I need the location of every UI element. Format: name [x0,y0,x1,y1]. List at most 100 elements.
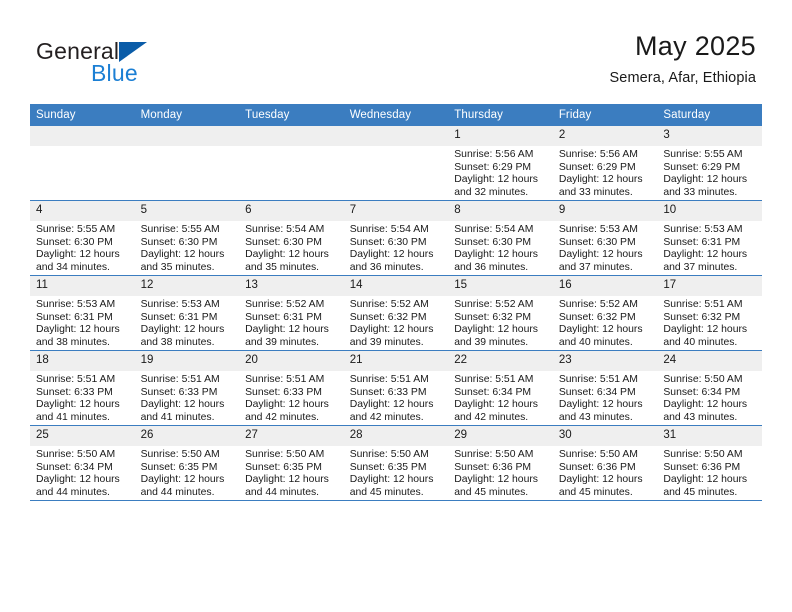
daylight-text-line1: Daylight: 12 hours [36,399,120,411]
day-number: 29 [448,426,553,446]
sunrise-text: Sunrise: 5:55 AM [140,224,220,235]
sunset-text: Sunset: 6:30 PM [454,236,532,248]
sunrise-text: Sunrise: 5:54 AM [245,224,325,235]
sunrise-text: Sunrise: 5:51 AM [558,374,638,385]
daylight-text-line1: Daylight: 12 hours [245,249,329,261]
day-cell[interactable]: 25 Sunrise: 5:50 AM Sunset: 6:34 PM Dayl… [30,425,135,501]
general-blue-logo[interactable]: General Blue [36,38,256,88]
day-cell[interactable]: 3 Sunrise: 5:55 AM Sunset: 6:29 PM Dayli… [657,126,762,201]
day-cell[interactable]: 19 Sunrise: 5:51 AM Sunset: 6:33 PM Dayl… [134,350,240,426]
sunset-text: Sunset: 6:32 PM [663,311,741,323]
sunset-text: Sunset: 6:36 PM [454,461,532,473]
sunset-text: Sunset: 6:34 PM [558,386,636,398]
sunrise-text: Sunrise: 5:51 AM [454,374,534,385]
day-details: Sunrise: 5:54 AM Sunset: 6:30 PM Dayligh… [239,221,344,274]
day-details: Sunrise: 5:50 AM Sunset: 6:34 PM Dayligh… [657,371,762,424]
weekday-header-sunday: Sunday [30,104,135,126]
day-cell[interactable]: 24 Sunrise: 5:50 AM Sunset: 6:34 PM Dayl… [657,350,762,426]
day-details: Sunrise: 5:53 AM Sunset: 6:31 PM Dayligh… [30,296,135,349]
day-cell[interactable]: 11 Sunrise: 5:53 AM Sunset: 6:31 PM Dayl… [30,275,135,351]
day-cell[interactable]: 14 Sunrise: 5:52 AM Sunset: 6:32 PM Dayl… [343,275,449,351]
daylight-text-line2: and 42 minutes. [245,411,320,423]
daylight-text-line2: and 38 minutes. [140,336,215,348]
daylight-text-line1: Daylight: 12 hours [36,474,120,486]
day-cell[interactable]: 1 Sunrise: 5:56 AM Sunset: 6:29 PM Dayli… [448,126,553,201]
day-cell[interactable]: 6 Sunrise: 5:54 AM Sunset: 6:30 PM Dayli… [239,200,344,276]
sunset-text: Sunset: 6:30 PM [140,236,218,248]
day-details: Sunrise: 5:50 AM Sunset: 6:35 PM Dayligh… [135,446,240,499]
calendar-week-row: 1 Sunrise: 5:56 AM Sunset: 6:29 PM Dayli… [30,126,762,201]
day-cell[interactable]: 4 Sunrise: 5:55 AM Sunset: 6:30 PM Dayli… [30,200,135,276]
sunset-text: Sunset: 6:33 PM [349,386,427,398]
day-cell[interactable]: 18 Sunrise: 5:51 AM Sunset: 6:33 PM Dayl… [30,350,135,426]
day-cell[interactable]: 10 Sunrise: 5:53 AM Sunset: 6:31 PM Dayl… [657,200,762,276]
sunset-text: Sunset: 6:30 PM [349,236,427,248]
day-cell[interactable]: 8 Sunrise: 5:54 AM Sunset: 6:30 PM Dayli… [448,200,553,276]
day-cell[interactable]: 12 Sunrise: 5:53 AM Sunset: 6:31 PM Dayl… [134,275,240,351]
day-cell[interactable]: 31 Sunrise: 5:50 AM Sunset: 6:36 PM Dayl… [657,425,762,501]
daylight-text-line1: Daylight: 12 hours [663,474,748,486]
sunrise-text: Sunrise: 5:53 AM [140,299,220,310]
day-cell[interactable]: 2 Sunrise: 5:56 AM Sunset: 6:29 PM Dayli… [552,126,658,201]
sunrise-text: Sunrise: 5:51 AM [349,374,429,385]
daylight-text-line2: and 33 minutes. [663,186,738,198]
sunrise-text: Sunrise: 5:52 AM [245,299,325,310]
day-number: 16 [552,276,658,296]
daylight-text-line2: and 35 minutes. [245,261,320,273]
sunrise-text: Sunrise: 5:52 AM [558,299,638,310]
daylight-text-line1: Daylight: 12 hours [36,249,120,261]
day-details: Sunrise: 5:52 AM Sunset: 6:32 PM Dayligh… [553,296,658,349]
sunset-text: Sunset: 6:36 PM [558,461,636,473]
day-cell[interactable]: 29 Sunrise: 5:50 AM Sunset: 6:36 PM Dayl… [448,425,553,501]
sunrise-text: Sunrise: 5:50 AM [663,449,743,460]
day-details: Sunrise: 5:55 AM Sunset: 6:29 PM Dayligh… [657,146,762,199]
day-details: Sunrise: 5:53 AM Sunset: 6:31 PM Dayligh… [135,296,240,349]
day-number: 7 [343,201,449,221]
day-cell[interactable]: 7 Sunrise: 5:54 AM Sunset: 6:30 PM Dayli… [343,200,449,276]
day-cell[interactable]: 15 Sunrise: 5:52 AM Sunset: 6:32 PM Dayl… [448,275,553,351]
weekday-header-friday: Friday [552,104,658,126]
weekday-header-wednesday: Wednesday [343,104,449,126]
day-cell[interactable]: 23 Sunrise: 5:51 AM Sunset: 6:34 PM Dayl… [552,350,658,426]
day-cell[interactable] [30,126,135,201]
day-number: 2 [552,126,658,146]
day-number [134,126,240,146]
day-cell[interactable]: 16 Sunrise: 5:52 AM Sunset: 6:32 PM Dayl… [552,275,658,351]
day-number: 23 [552,351,658,371]
day-cell[interactable]: 9 Sunrise: 5:53 AM Sunset: 6:30 PM Dayli… [552,200,658,276]
sunset-text: Sunset: 6:35 PM [349,461,427,473]
day-cell[interactable]: 17 Sunrise: 5:51 AM Sunset: 6:32 PM Dayl… [657,275,762,351]
day-cell[interactable]: 27 Sunrise: 5:50 AM Sunset: 6:35 PM Dayl… [239,425,344,501]
sunset-text: Sunset: 6:33 PM [140,386,218,398]
day-number [343,126,449,146]
daylight-text-line2: and 40 minutes. [558,336,633,348]
logo-triangle-icon [119,42,147,62]
day-cell[interactable]: 13 Sunrise: 5:52 AM Sunset: 6:31 PM Dayl… [239,275,344,351]
day-cell[interactable]: 26 Sunrise: 5:50 AM Sunset: 6:35 PM Dayl… [134,425,240,501]
day-details: Sunrise: 5:52 AM Sunset: 6:31 PM Dayligh… [239,296,344,349]
day-number: 11 [30,276,135,296]
day-number: 26 [134,426,240,446]
day-cell[interactable]: 22 Sunrise: 5:51 AM Sunset: 6:34 PM Dayl… [448,350,553,426]
day-cell[interactable] [239,126,344,201]
day-cell[interactable]: 30 Sunrise: 5:50 AM Sunset: 6:36 PM Dayl… [552,425,658,501]
daylight-text-line1: Daylight: 12 hours [349,474,434,486]
daylight-text-line1: Daylight: 12 hours [663,399,748,411]
daylight-text-line2: and 44 minutes. [140,486,215,498]
day-cell[interactable]: 21 Sunrise: 5:51 AM Sunset: 6:33 PM Dayl… [343,350,449,426]
day-cell[interactable]: 5 Sunrise: 5:55 AM Sunset: 6:30 PM Dayli… [134,200,240,276]
day-cell[interactable]: 28 Sunrise: 5:50 AM Sunset: 6:35 PM Dayl… [343,425,449,501]
daylight-text-line1: Daylight: 12 hours [245,474,329,486]
day-cell[interactable] [343,126,449,201]
daylight-text-line1: Daylight: 12 hours [36,324,120,336]
page-title: May 2025 [635,31,756,61]
day-cell[interactable]: 20 Sunrise: 5:51 AM Sunset: 6:33 PM Dayl… [239,350,344,426]
day-number: 14 [343,276,449,296]
daylight-text-line1: Daylight: 12 hours [663,324,748,336]
day-number [239,126,344,146]
daylight-text-line2: and 44 minutes. [245,486,320,498]
day-cell[interactable] [134,126,240,201]
sunset-text: Sunset: 6:34 PM [36,461,113,473]
sunrise-text: Sunrise: 5:52 AM [454,299,534,310]
calendar-week-row: 18 Sunrise: 5:51 AM Sunset: 6:33 PM Dayl… [30,350,762,426]
